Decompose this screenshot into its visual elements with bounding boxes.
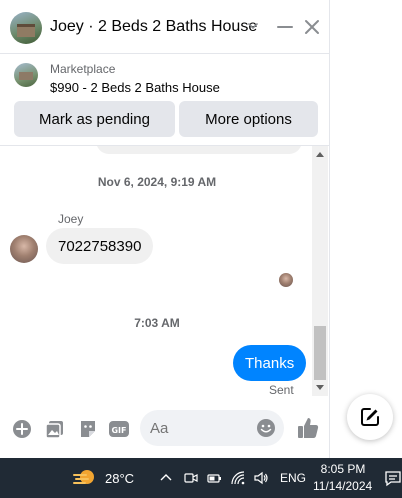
message-status: Sent	[269, 383, 294, 397]
contact-avatar[interactable]	[10, 12, 42, 44]
sticker-icon[interactable]	[77, 418, 99, 440]
chat-title[interactable]: Joey · 2 Beds 2 Baths House	[50, 18, 257, 36]
wifi-icon[interactable]	[230, 470, 246, 486]
mark-pending-button[interactable]: Mark as pending	[14, 101, 175, 137]
photo-icon[interactable]	[44, 418, 66, 440]
emoji-icon[interactable]	[256, 418, 276, 438]
temperature[interactable]: 28°C	[105, 471, 134, 486]
listing-thumbnail[interactable]	[14, 63, 38, 87]
marketplace-label: Marketplace	[50, 62, 116, 76]
notification-icon[interactable]	[384, 469, 402, 487]
listing-price-title[interactable]: $990 - 2 Beds 2 Baths House	[50, 80, 220, 95]
message-timestamp: Nov 6, 2024, 9:19 AM	[97, 175, 217, 189]
outgoing-message[interactable]: Thanks	[233, 345, 307, 381]
svg-text:GIF: GIF	[111, 426, 126, 435]
battery-icon[interactable]	[206, 470, 222, 486]
weather-icon[interactable]	[72, 467, 98, 489]
scrollbar-thumb[interactable]	[314, 326, 326, 380]
new-message-button[interactable]	[347, 394, 393, 440]
scroll-up-arrow[interactable]	[316, 152, 324, 157]
sender-name: Joey	[58, 212, 84, 226]
tray-chevron-icon[interactable]	[159, 471, 173, 485]
close-icon[interactable]	[303, 18, 321, 36]
chevron-down-icon[interactable]	[246, 19, 260, 33]
clock-date[interactable]: 11/14/2024	[313, 479, 372, 493]
input-language[interactable]: ENG	[280, 471, 306, 485]
volume-icon[interactable]	[253, 470, 269, 486]
seen-indicator-avatar	[279, 273, 293, 287]
more-options-button[interactable]: More options	[179, 101, 318, 137]
message-timestamp: 7:03 AM	[134, 316, 180, 330]
gif-icon[interactable]: GIF	[108, 418, 130, 440]
like-icon[interactable]	[296, 416, 320, 440]
clock-time[interactable]: 8:05 PM	[320, 462, 366, 476]
minimize-icon[interactable]	[276, 18, 294, 36]
add-circle-icon[interactable]	[11, 418, 33, 440]
message-list[interactable]: Nov 6, 2024, 9:19 AM Joey 7022758390 7:0…	[0, 146, 312, 400]
sender-avatar[interactable]	[10, 235, 38, 263]
windows-taskbar: 28°C ENG 8:05 PM 11/14/2024	[0, 458, 402, 498]
previous-message-bubble	[96, 146, 302, 154]
message-composer: GIF	[0, 400, 330, 458]
message-scrollbar[interactable]	[312, 146, 328, 396]
chat-header[interactable]: Joey · 2 Beds 2 Baths House	[0, 0, 330, 54]
scroll-down-arrow[interactable]	[316, 385, 324, 390]
meet-icon[interactable]	[183, 470, 199, 486]
marketplace-listing: Marketplace $990 - 2 Beds 2 Baths House …	[0, 54, 330, 146]
compose-icon	[361, 408, 379, 426]
chat-window: Joey · 2 Beds 2 Baths House Marketplace …	[0, 0, 330, 458]
incoming-message[interactable]: 7022758390	[46, 228, 154, 264]
